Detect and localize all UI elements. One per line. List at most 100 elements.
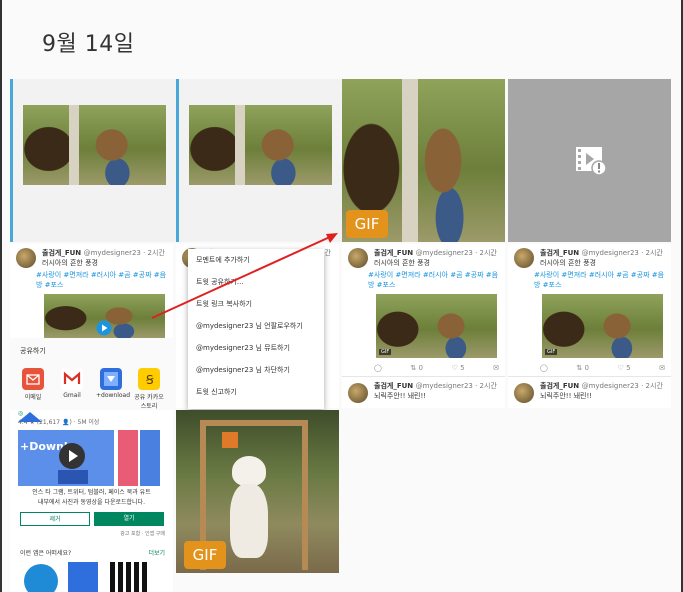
tweet-media[interactable]: GIF — [376, 294, 497, 358]
video-still — [23, 105, 166, 185]
tweet-handle: @mydesigner23 · 2시간 — [415, 382, 497, 390]
swing-post — [302, 420, 308, 570]
dog-head — [232, 456, 266, 486]
menu-item-report[interactable]: 트윗 신고하기 — [188, 381, 324, 403]
tweet-text: 러시아의 흔한 풍경 — [374, 259, 430, 267]
mail-icon[interactable]: ✉ — [493, 364, 499, 372]
bear-scene-image — [23, 105, 166, 185]
dog-body — [230, 484, 268, 558]
tweet-name: 출검게_FUN — [374, 249, 414, 257]
kakaostory-icon: Ꞩ — [138, 368, 160, 390]
recommended-app-icon[interactable] — [68, 562, 98, 592]
retweet-icon[interactable]: ⇅ 0 — [410, 364, 423, 372]
tweet-context-menu: 모멘트에 추가하기 트윗 공유하기... 트윗 링크 복사하기 @mydesig… — [188, 249, 324, 409]
share-app-download[interactable]: +download — [96, 368, 130, 399]
tweet-name: 출검게_FUN — [540, 382, 580, 390]
tree-trunk — [69, 105, 79, 185]
menu-item-copy-link[interactable]: 트윗 링크 복사하기 — [188, 293, 324, 315]
next-tweet: 출검게_FUN @mydesigner23 · 2시간 뇌릭주안!! 놰린!! — [508, 376, 671, 408]
mail-icon[interactable]: ✉ — [659, 364, 665, 372]
gallery-thumb-3-gif[interactable]: GIF — [342, 79, 505, 242]
reply-icon[interactable]: ◯ — [540, 364, 548, 372]
avatar — [514, 383, 534, 403]
tweet-name: 출검게_FUN — [374, 382, 414, 390]
share-app-gmail[interactable]: Gmail — [57, 368, 87, 399]
bear-scene-image — [189, 105, 332, 185]
gif-badge: GIF — [346, 210, 388, 238]
tweet-tags: #사랑이 #면져라 #러시아 #곰 #공짜 #음방 #포스 — [36, 271, 167, 289]
tweet-text: 뇌릭주안!! 놰린!! — [374, 392, 427, 400]
tweet-text: 뇌릭주안!! 놰린!! — [540, 392, 593, 400]
chevron-down-icon[interactable]: ⌄ — [489, 250, 495, 258]
menu-item-unfollow[interactable]: @mydesigner23 님 언팔로우하기 — [188, 315, 324, 337]
tweet-handle: @mydesigner23 · 2시간 — [581, 382, 663, 390]
tweet-handle: @mydesigner23 · 2시간 — [581, 249, 663, 257]
tree-trunk — [402, 79, 418, 242]
tweet-handle: @mydesigner23 · 2시간 — [415, 249, 497, 257]
tweet-tags: #사랑이 #면져라 #러시아 #곰 #공짜 #음방 #포스 — [534, 271, 665, 289]
share-sheet: 공유하기 이메일 Gmail +download Ꞩ 공유 카카오스토리 — [10, 338, 173, 410]
app-store-screenshot[interactable]: ◎ 4.4 ★ (21,617 👤) · 5M 이상 +Downl 인스 타 그램… — [10, 410, 173, 592]
play-icon[interactable] — [96, 320, 112, 336]
avatar — [514, 248, 534, 268]
gallery-thumb-2[interactable] — [176, 79, 342, 242]
play-icon[interactable] — [58, 442, 86, 470]
bear-scene-image — [542, 294, 663, 358]
email-icon — [22, 368, 44, 390]
tweet-tags: #사랑이 #면져라 #러시아 #곰 #공짜 #음방 #포스 — [368, 271, 499, 289]
gallery-thumb-4-broken[interactable] — [508, 79, 671, 242]
tweet-text: 러시아의 흔한 풍경 — [540, 259, 596, 267]
svg-text:Ꞩ: Ꞩ — [146, 373, 154, 387]
menu-item-mute[interactable]: @mydesigner23 님 뮤트하기 — [188, 337, 324, 359]
share-app-email[interactable]: 이메일 — [18, 368, 48, 401]
download-icon — [100, 368, 122, 390]
gif-badge: GIF — [379, 349, 392, 355]
recommended-app-icon[interactable] — [110, 562, 150, 592]
app-logo-icon — [18, 412, 42, 422]
menu-item-block[interactable]: @mydesigner23 님 차단하기 — [188, 359, 324, 381]
gallery-thumb-dog-gif[interactable]: GIF — [176, 410, 339, 573]
broken-video-icon — [576, 147, 607, 176]
app-screenshot-preview — [140, 430, 160, 486]
app-description: 인스 타 그램, 트위터, 텀블러, 페이스 북과 유트 내부에서 사진과 동영상… — [32, 489, 151, 506]
avatar — [16, 248, 36, 268]
ads-note: 광고 포함 · 인앱 구매 — [120, 531, 165, 537]
like-icon[interactable]: ♡ 5 — [452, 364, 465, 372]
like-icon[interactable]: ♡ 5 — [618, 364, 631, 372]
bucket — [222, 432, 238, 448]
chevron-down-icon[interactable]: ⌄ — [655, 250, 661, 258]
share-app-kakaostory[interactable]: Ꞩ 공유 카카오스토리 — [134, 368, 164, 410]
gallery-thumb-1[interactable] — [10, 79, 176, 242]
tweet-text: 러시아의 흔한 풍경 — [42, 259, 98, 267]
remove-button[interactable]: 제거 — [20, 512, 90, 526]
bear-scene-image — [376, 294, 497, 358]
tweet-media[interactable]: GIF — [542, 294, 663, 358]
video-still — [189, 105, 332, 185]
swing-bar — [200, 420, 308, 426]
date-heading: 9월 14일 — [42, 32, 135, 57]
tweet-name: 출검게_FUN — [540, 249, 580, 257]
tweet-screenshot-3[interactable]: 출검게_FUN @mydesigner23 · 2시간 러시아의 흔한 풍경 ⌄… — [342, 244, 505, 408]
gif-badge: GIF — [184, 541, 226, 569]
gallery-window: 9월 14일 GIF 출검게_FUN @mydesigner23 · 2시간 러… — [0, 0, 683, 592]
tweet-handle: @mydesigner23 · 2시간 — [83, 249, 165, 257]
app-screenshot-preview — [118, 430, 138, 486]
tweet-media[interactable] — [44, 294, 165, 338]
next-tweet: 출검게_FUN @mydesigner23 · 2시간 뇌릭주안!! 놰린!! — [342, 376, 505, 408]
tweet-screenshot-4[interactable]: 출검게_FUN @mydesigner23 · 2시간 러시아의 흔한 풍경 ⌄… — [508, 244, 671, 408]
gmail-icon — [61, 368, 83, 390]
tweet-actions: ◯ ⇅ 0 ♡ 5 ✉ — [540, 364, 665, 372]
tree-trunk — [235, 105, 245, 185]
recommended-app-icon[interactable] — [24, 564, 58, 592]
reply-icon[interactable]: ◯ — [374, 364, 382, 372]
tweet-actions: ◯ ⇅ 0 ♡ 5 ✉ — [374, 364, 499, 372]
retweet-icon[interactable]: ⇅ 0 — [576, 364, 589, 372]
open-button[interactable]: 열기 — [94, 512, 164, 526]
gif-badge: GIF — [545, 349, 558, 355]
recommend-title: 이런 앱은 어떠세요? — [20, 550, 72, 557]
avatar — [348, 383, 368, 403]
tweet-name: 출검게_FUN — [42, 249, 82, 257]
menu-item-add-moment[interactable]: 모멘트에 추가하기 — [188, 249, 324, 271]
menu-item-share-tweet[interactable]: 트윗 공유하기... — [188, 271, 324, 293]
more-link[interactable]: 더보기 — [148, 548, 165, 557]
